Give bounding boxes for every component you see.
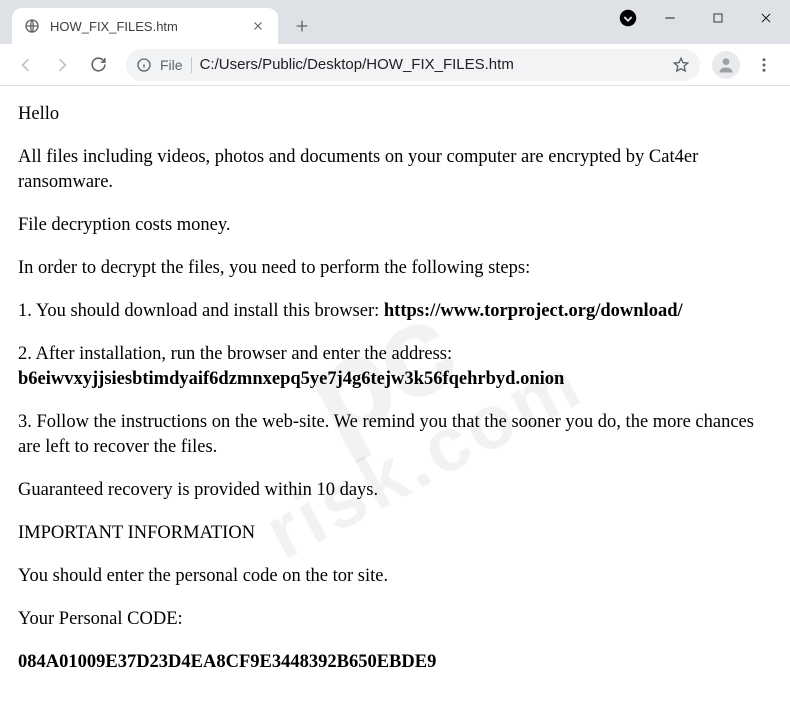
guarantee-text: Guaranteed recovery is provided within 1… [18, 478, 772, 503]
greeting: Hello [18, 102, 772, 127]
cost-text: File decryption costs money. [18, 213, 772, 238]
step-2: 2. After installation, run the browser a… [18, 342, 772, 392]
step-3: 3. Follow the instructions on the web-si… [18, 410, 772, 460]
step-2-address: b6eiwvxyjjsiesbtimdyaif6dzmnxepq5ye7j4g6… [18, 369, 564, 389]
personal-code: 084A01009E37D23D4EA8CF9E3448392B650EBDE9 [18, 650, 772, 675]
new-tab-button[interactable] [288, 12, 316, 40]
info-icon [136, 57, 152, 73]
maximize-button[interactable] [694, 0, 742, 36]
step-1-link: https://www.torproject.org/download/ [384, 301, 683, 321]
window-controls [610, 0, 790, 36]
enter-code-text: You should enter the personal code on th… [18, 564, 772, 589]
tab-close-button[interactable] [250, 18, 266, 34]
star-icon[interactable] [672, 56, 690, 74]
step-2-text: 2. After installation, run the browser a… [18, 344, 452, 364]
page-content: pc risk.com Hello All files including vi… [0, 86, 790, 719]
omnibox-divider [191, 57, 192, 73]
forward-button[interactable] [46, 49, 78, 81]
toolbar-right [712, 49, 780, 81]
reload-button[interactable] [82, 49, 114, 81]
close-button[interactable] [742, 0, 790, 36]
url-scheme-label: File [160, 57, 183, 73]
url-path: C:/Users/Public/Desktop/HOW_FIX_FILES.ht… [200, 56, 664, 73]
back-button[interactable] [10, 49, 42, 81]
titlebar: HOW_FIX_FILES.htm [0, 0, 790, 44]
intro-text: All files including videos, photos and d… [18, 145, 772, 195]
step-1-text: 1. You should download and install this … [18, 301, 384, 321]
profile-button[interactable] [712, 51, 740, 79]
browser-tab[interactable]: HOW_FIX_FILES.htm [12, 8, 278, 44]
watermark: pc risk.com [197, 235, 593, 570]
step-1: 1. You should download and install this … [18, 299, 772, 324]
globe-icon [24, 18, 40, 34]
toolbar: File C:/Users/Public/Desktop/HOW_FIX_FIL… [0, 44, 790, 86]
important-heading: IMPORTANT INFORMATION [18, 521, 772, 546]
instructions-lead: In order to decrypt the files, you need … [18, 256, 772, 281]
minimize-button[interactable] [646, 0, 694, 36]
address-bar[interactable]: File C:/Users/Public/Desktop/HOW_FIX_FIL… [126, 49, 700, 81]
tab-title: HOW_FIX_FILES.htm [50, 19, 250, 34]
tab-search-button[interactable] [610, 0, 646, 36]
browser-window: HOW_FIX_FILES.htm [0, 0, 790, 719]
menu-button[interactable] [748, 49, 780, 81]
code-label: Your Personal CODE: [18, 607, 772, 632]
